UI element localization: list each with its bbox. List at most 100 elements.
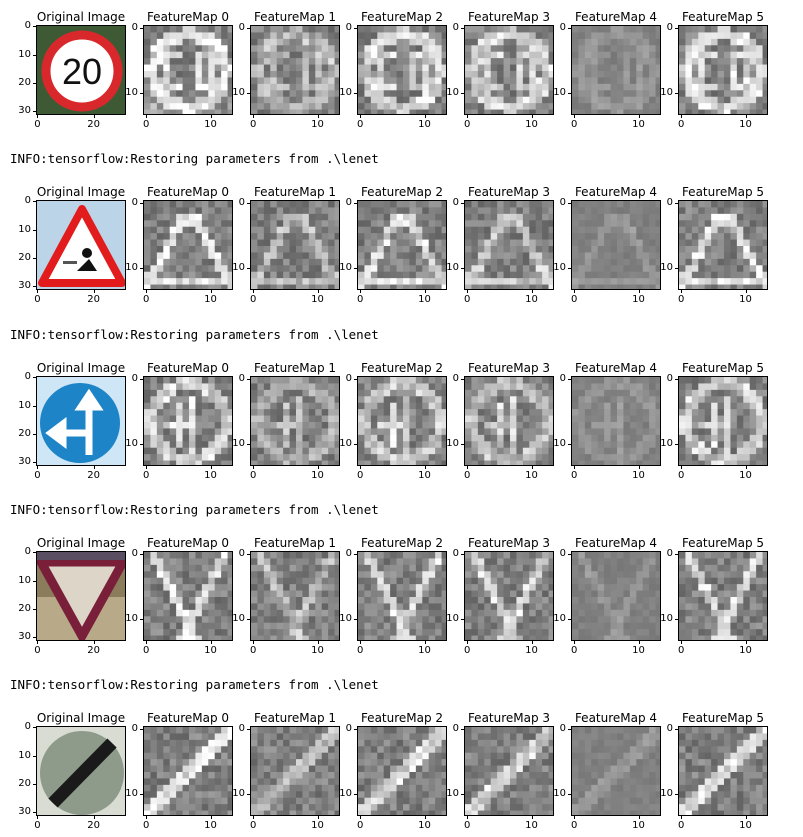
feature-pixel [415, 460, 423, 465]
feature-pixel [542, 233, 549, 240]
feature-pixel [584, 246, 592, 253]
feature-pixel [490, 571, 498, 579]
feature-pixel [490, 616, 498, 624]
feature-pixel [144, 265, 151, 273]
feature-pixel [490, 103, 498, 110]
feature-pixel [263, 71, 271, 78]
feature-pixel [214, 58, 222, 65]
feature-pixel [471, 77, 479, 85]
feature-pixel [762, 415, 767, 423]
y-tick-mark [354, 379, 357, 381]
feature-pixel [749, 103, 757, 110]
feature-pixel [296, 447, 303, 455]
feature-pixel [617, 271, 624, 279]
feature-pixel [270, 434, 278, 442]
feature-pixel [617, 252, 624, 260]
feature-pixel [364, 577, 372, 585]
feature-pixel [156, 220, 164, 228]
feature-pixel [176, 383, 183, 391]
feature-pixel [572, 201, 579, 208]
feature-pixel [636, 233, 644, 240]
feature-pixel [428, 441, 436, 449]
feature-pixel [685, 428, 693, 436]
feature-pixel [591, 616, 599, 624]
feature-pixel [477, 58, 485, 65]
feature-pixel [490, 402, 498, 410]
feature-pixel [396, 564, 404, 572]
feature-pixel [736, 246, 744, 253]
feature-pixel [542, 90, 549, 98]
feature-pixel [636, 428, 644, 436]
feature-pixel [649, 460, 656, 465]
feature-pixel [736, 603, 744, 611]
feature-pixel [428, 447, 436, 455]
feature-pixel [182, 597, 190, 604]
feature-pixel [578, 409, 586, 416]
feature-pixel [383, 590, 391, 598]
feature-pixel [584, 564, 592, 572]
feature-pixel [691, 447, 699, 455]
feature-pixel [283, 409, 290, 416]
feature-pixel [308, 584, 316, 591]
feature-pixel [415, 597, 423, 604]
feature-pixel [270, 377, 278, 384]
feature-pixel [195, 383, 203, 391]
feature-pixel [189, 389, 196, 397]
feature-pixel [176, 201, 183, 208]
feature-pixel [263, 213, 271, 221]
feature-pixel [377, 552, 385, 559]
feature-pixel [685, 409, 693, 416]
feature-pixel [144, 629, 151, 636]
x-tick-mark [146, 115, 148, 118]
feature-pixel [358, 383, 365, 391]
feature-pixel [535, 616, 543, 624]
feature-pixel [711, 428, 718, 436]
feature-pixel [283, 26, 290, 33]
feature-pixel [655, 622, 660, 630]
x-tick-mark [360, 115, 362, 118]
feature-pixel [717, 103, 725, 110]
feature-pixel [163, 83, 171, 91]
feature-pixel [435, 422, 442, 429]
feature-pixel [584, 83, 592, 91]
feature-pixel [711, 454, 718, 461]
feature-pixel [736, 558, 744, 566]
feature-pixel [548, 396, 553, 404]
feature-pixel [649, 377, 656, 384]
feature-pixel [201, 45, 209, 53]
feature-pixel [655, 64, 660, 72]
feature-pixel [289, 77, 297, 85]
feature-pixel [465, 58, 472, 65]
feature-pixel [214, 377, 222, 384]
feature-pixel [623, 552, 631, 559]
feature-pixel [328, 577, 335, 585]
feature-pixel [383, 415, 391, 423]
feature-pixel [711, 32, 718, 40]
feature-pixel [150, 584, 158, 591]
feature-pixel [182, 422, 190, 429]
feature-pixel [730, 71, 738, 78]
feature-pixel [156, 564, 164, 572]
feature-pixel [276, 609, 284, 617]
feature-pixel [730, 220, 738, 228]
feature-pixel [610, 409, 618, 416]
feature-pixel [289, 597, 297, 604]
feature-pixel [497, 422, 504, 429]
feature-pixel [150, 284, 158, 289]
feature-pixel [730, 239, 738, 247]
feature-pixel [163, 45, 171, 53]
feature-pixel [328, 239, 335, 247]
feature-pixel [691, 265, 699, 273]
feature-pixel [685, 239, 693, 247]
feature-pixel [471, 584, 479, 591]
feature-pixel [578, 207, 586, 215]
feature-pixel [477, 409, 485, 416]
feature-pixel [610, 383, 618, 391]
feature-pixel [163, 265, 171, 273]
feature-pixel [195, 428, 203, 436]
feature-pixel [477, 51, 485, 59]
feature-pixel [497, 233, 504, 240]
feature-pixel [542, 460, 549, 465]
feature-pixel [150, 201, 158, 208]
feature-pixel [189, 233, 196, 240]
